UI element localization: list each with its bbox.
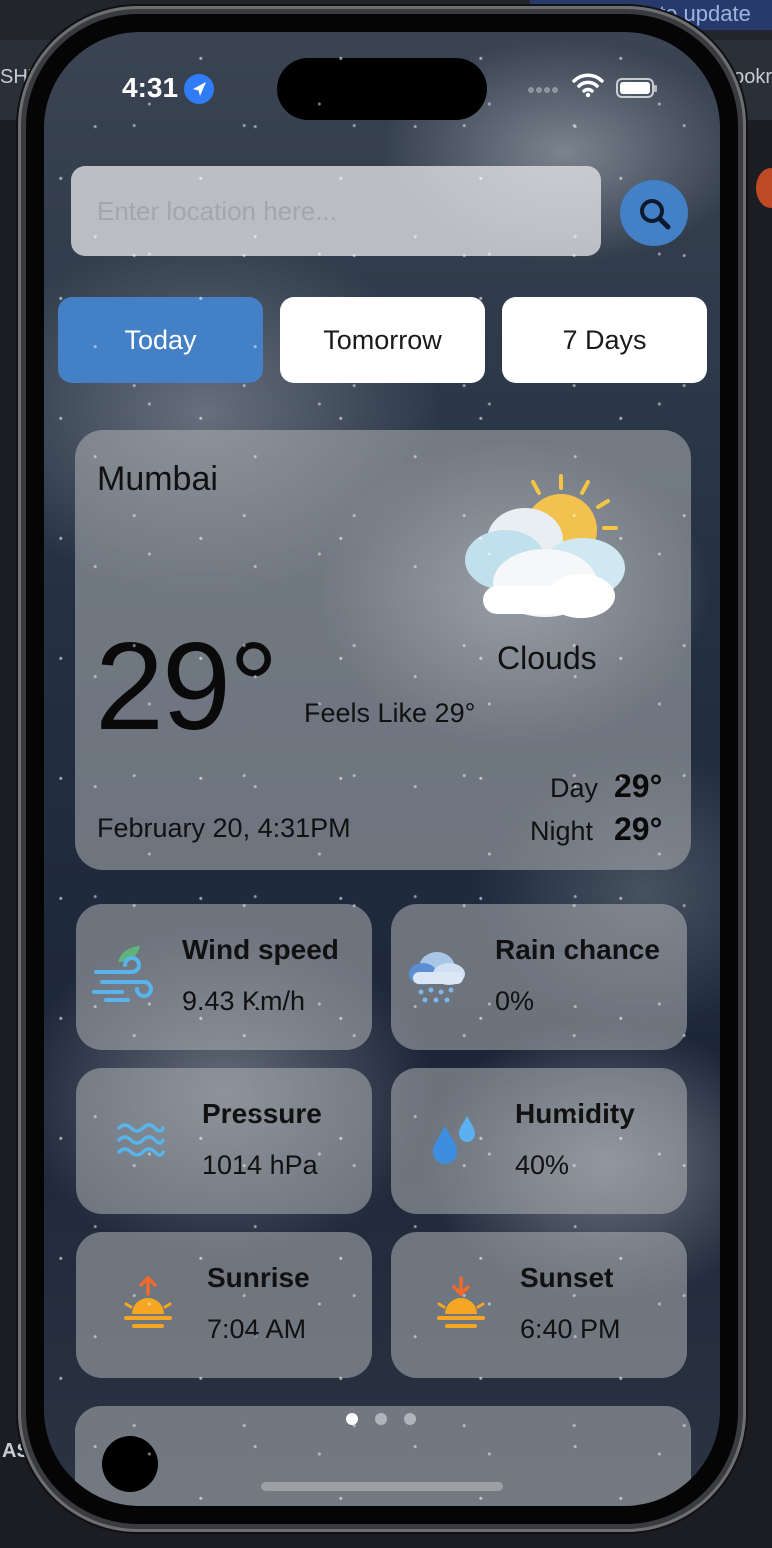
page-dot[interactable] [346, 1413, 358, 1425]
droplets-icon [429, 1112, 481, 1173]
waves-icon [116, 1120, 166, 1165]
wind-speed-card: Wind speed 9.43 Km/h [76, 904, 372, 1050]
location-arrow-icon [184, 74, 214, 104]
sunrise-icon [120, 1276, 176, 1337]
feels-like: Feels Like 29° [304, 698, 476, 728]
rain-chance-card: Rain chance 0% [391, 904, 687, 1050]
tab-today[interactable]: Today [58, 297, 263, 383]
tab-7-days[interactable]: 7 Days [502, 297, 707, 383]
stat-value: 7:04 AM [207, 1314, 307, 1344]
partly-cloudy-sun-icon [463, 468, 633, 623]
night-label: Night [530, 816, 594, 846]
phone-bezel: 4:31 Today Tomorrow 7 Days [26, 14, 738, 1524]
location-search-input[interactable] [71, 166, 601, 256]
stat-title: Sunrise [207, 1262, 310, 1293]
sunset-icon [433, 1276, 489, 1337]
rain-cloud-icon [405, 942, 469, 1013]
status-time: 4:31 [122, 72, 179, 103]
page-dot[interactable] [375, 1413, 387, 1425]
host-avatar[interactable] [756, 168, 772, 208]
stat-title: Wind speed [182, 934, 339, 965]
pressure-card: Pressure 1014 hPa [76, 1068, 372, 1214]
search-icon [640, 199, 671, 230]
stat-title: Sunset [520, 1262, 614, 1293]
day-temperature: 29° [614, 768, 663, 804]
current-weather-card: Mumbai Clouds 29° Feels Like 29° Februar… [75, 430, 691, 870]
stat-title: Rain chance [495, 934, 660, 965]
stat-value: 6:40 PM [520, 1314, 621, 1344]
humidity-card: Humidity 40% [391, 1068, 687, 1214]
signal-dots-icon [528, 80, 562, 93]
stat-value: 9.43 Km/h [182, 986, 306, 1016]
stat-value: 0% [495, 986, 535, 1016]
tab-tomorrow[interactable]: Tomorrow [280, 297, 485, 383]
home-indicator[interactable] [261, 1482, 503, 1491]
sunrise-card: Sunrise 7:04 AM [76, 1232, 372, 1378]
page-dot[interactable] [404, 1413, 416, 1425]
weather-condition: Clouds [497, 640, 597, 676]
battery-icon [616, 78, 657, 98]
page-indicator[interactable] [346, 1412, 433, 1430]
search-button[interactable] [620, 180, 688, 246]
date-time: February 20, 4:31PM [97, 813, 351, 843]
stat-value: 40% [515, 1150, 570, 1180]
dynamic-island [277, 58, 487, 120]
stat-title: Pressure [202, 1098, 322, 1129]
night-temperature: 29° [614, 811, 663, 847]
next-card-icon [102, 1436, 158, 1492]
stat-value: 1014 hPa [202, 1150, 318, 1180]
current-temperature: 29° [95, 618, 279, 756]
sunset-card: Sunset 6:40 PM [391, 1232, 687, 1378]
wind-icon [92, 942, 156, 1013]
wifi-icon [572, 72, 604, 103]
day-label: Day [550, 773, 599, 803]
app-screen: 4:31 Today Tomorrow 7 Days [44, 32, 720, 1506]
city-name: Mumbai [97, 460, 218, 498]
stat-title: Humidity [515, 1098, 635, 1129]
